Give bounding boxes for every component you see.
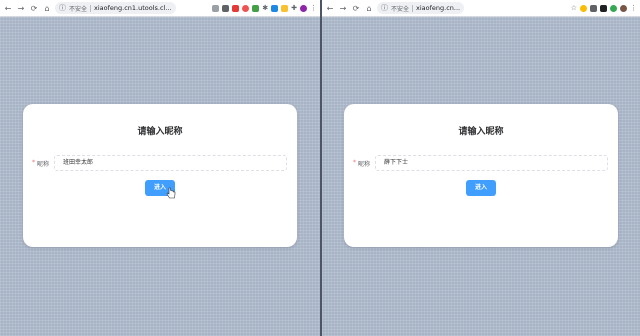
nickname-input[interactable]: 班田幸太郎 <box>54 155 287 171</box>
cloud-icon[interactable] <box>600 4 607 12</box>
address-bar[interactable]: ⓘ 不安全 xiaofeng.cn1.utools.cl... <box>55 2 176 14</box>
star-icon[interactable]: ☆ <box>571 4 577 12</box>
address-separator <box>90 4 92 12</box>
page-background: 请输入昵称 * 昵称 薛下下士 进入 <box>322 17 640 336</box>
profile-icon[interactable] <box>620 4 627 12</box>
extensions-icon[interactable]: ✚ <box>291 4 297 12</box>
browser-toolbar: ← → ⟳ ⌂ ⓘ 不安全 xiaofeng.cn1.utools.cl... … <box>0 0 320 17</box>
back-icon[interactable]: ← <box>325 0 335 17</box>
reload-icon[interactable]: ⟳ <box>29 0 39 17</box>
forward-icon[interactable]: → <box>16 0 26 17</box>
more-icon[interactable]: ⋮ <box>310 4 317 12</box>
back-icon[interactable]: ← <box>3 0 13 17</box>
address-bar[interactable]: ⓘ 不安全 xiaofeng.cn... <box>377 2 465 14</box>
url-text[interactable]: xiaofeng.cn1.utools.cl... <box>94 4 172 12</box>
hand-cursor-icon <box>166 187 176 199</box>
browser-toolbar: ← → ⟳ ⌂ ⓘ 不安全 xiaofeng.cn... ☆ ⋮ <box>322 0 640 17</box>
nickname-form-row: * 昵称 薛下下士 <box>353 155 609 171</box>
security-label: 不安全 <box>391 5 410 13</box>
enter-button[interactable]: 进入 <box>466 180 496 196</box>
chrome-icon[interactable] <box>580 4 587 12</box>
grid-icon[interactable] <box>590 4 597 12</box>
forward-icon[interactable]: → <box>338 0 348 17</box>
security-label: 不安全 <box>69 5 88 13</box>
nickname-card: 请输入昵称 * 昵称 班田幸太郎 进入 <box>23 104 297 247</box>
address-separator <box>412 4 414 12</box>
gear-icon[interactable]: ✱ <box>262 4 268 12</box>
card-title: 请输入昵称 <box>458 127 504 137</box>
right-browser-window: ← → ⟳ ⌂ ⓘ 不安全 xiaofeng.cn... ☆ ⋮ 请输入昵称 *… <box>322 0 640 336</box>
puzzle-icon[interactable] <box>281 4 289 12</box>
nickname-input[interactable]: 薛下下士 <box>375 155 608 171</box>
info-icon[interactable]: ⓘ <box>381 3 388 13</box>
card-title: 请输入昵称 <box>137 127 183 137</box>
puzzle-icon[interactable] <box>610 4 617 12</box>
reload-icon[interactable]: ⟳ <box>351 0 361 17</box>
extension-bar: ✱ ✚ ⋮ <box>212 4 317 12</box>
url-text[interactable]: xiaofeng.cn... <box>416 4 460 12</box>
required-mark: * <box>32 159 35 166</box>
more-icon[interactable]: ⋮ <box>630 4 637 12</box>
left-browser-window: ← → ⟳ ⌂ ⓘ 不安全 xiaofeng.cn1.utools.cl... … <box>0 0 320 336</box>
home-icon[interactable]: ⌂ <box>364 0 374 17</box>
star-icon[interactable] <box>252 4 260 12</box>
nickname-label: 昵称 <box>37 161 50 168</box>
page-background: 请输入昵称 * 昵称 班田幸太郎 进入 <box>0 17 320 336</box>
info-icon[interactable]: ⓘ <box>59 3 66 13</box>
photo-icon[interactable] <box>232 4 240 12</box>
required-mark: * <box>353 159 356 166</box>
bookmark-icon[interactable] <box>212 4 220 12</box>
profile-icon[interactable] <box>300 4 307 12</box>
nickname-form-row: * 昵称 班田幸太郎 <box>32 155 288 171</box>
translate-icon[interactable] <box>222 4 230 12</box>
nickname-card: 请输入昵称 * 昵称 薛下下士 进入 <box>344 104 618 247</box>
folder-icon[interactable] <box>271 4 279 12</box>
nickname-label: 昵称 <box>358 161 371 168</box>
vue-icon[interactable] <box>242 4 250 12</box>
home-icon[interactable]: ⌂ <box>42 0 52 17</box>
extension-bar: ☆ ⋮ <box>571 4 637 12</box>
